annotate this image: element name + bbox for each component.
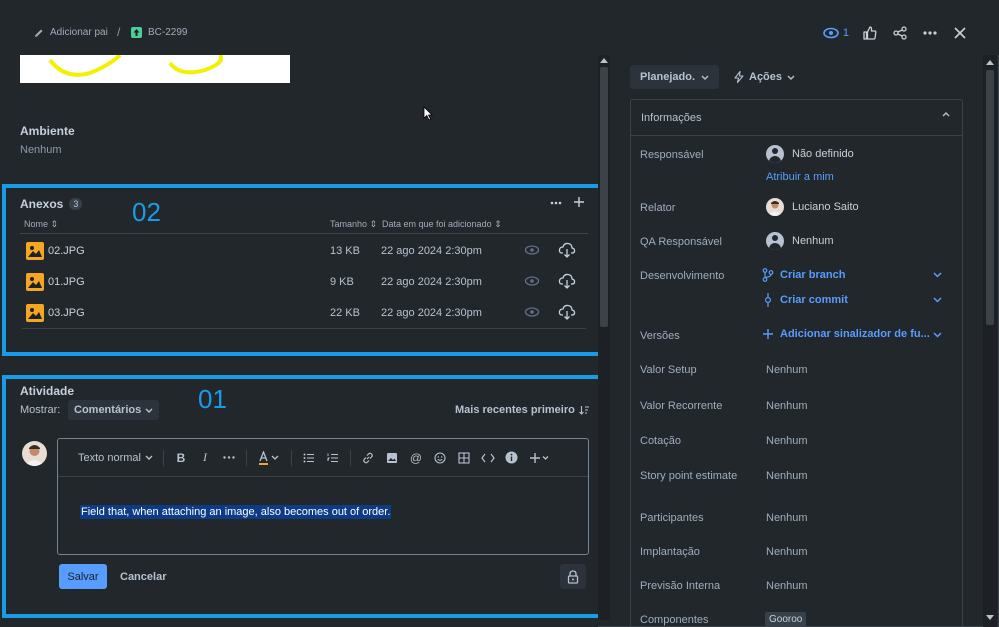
add-feature-flag-link[interactable]: Adicionar sinalizador de fu... bbox=[762, 328, 930, 340]
quote-value[interactable]: Nenhum bbox=[766, 435, 808, 447]
deployment-value[interactable]: Nenhum bbox=[766, 546, 808, 558]
like-button[interactable] bbox=[861, 24, 879, 42]
reporter-value[interactable]: Luciano Saito bbox=[766, 198, 859, 216]
field-label-versions: Versões bbox=[640, 330, 680, 342]
field-label-qa: QA Responsável bbox=[640, 236, 722, 248]
setup-value[interactable]: Nenhum bbox=[766, 364, 808, 376]
scrollbar-thumb[interactable] bbox=[986, 70, 994, 325]
main-scrollbar[interactable] bbox=[598, 55, 610, 620]
reporter-avatar bbox=[766, 198, 784, 216]
create-branch-link[interactable]: Criar branch bbox=[762, 268, 845, 282]
qa-value[interactable]: Nenhum bbox=[766, 232, 834, 250]
field-label-components: Componentes bbox=[640, 614, 709, 626]
pencil-icon bbox=[34, 28, 44, 38]
breadcrumb-separator: / bbox=[117, 25, 121, 39]
watch-button[interactable]: 1 bbox=[823, 27, 849, 39]
story-type-icon bbox=[131, 27, 142, 38]
share-button[interactable] bbox=[891, 24, 909, 42]
more-actions-button[interactable] bbox=[921, 24, 939, 42]
story-points-value[interactable]: Nenhum bbox=[766, 470, 808, 482]
field-label-reporter: Relator bbox=[640, 202, 676, 214]
field-label-participants: Participantes bbox=[640, 512, 704, 524]
environment-value[interactable]: Nenhum bbox=[20, 144, 62, 156]
environment-title: Ambiente bbox=[20, 124, 75, 138]
annotation-number-attachments: 02 bbox=[132, 197, 161, 227]
recurring-value[interactable]: Nenhum bbox=[766, 400, 808, 412]
close-button[interactable] bbox=[951, 24, 969, 42]
branch-icon bbox=[762, 268, 774, 282]
field-label-quote: Cotação bbox=[640, 435, 681, 447]
close-icon bbox=[954, 27, 966, 39]
field-label-deployment: Implantação bbox=[640, 546, 700, 558]
field-label-story-points: Story point estimate bbox=[640, 470, 738, 482]
thumbs-up-icon bbox=[863, 26, 877, 40]
chevron-down-icon[interactable] bbox=[933, 332, 942, 338]
annotation-number-activity: 01 bbox=[198, 384, 227, 414]
sidebar-scrollbar[interactable] bbox=[983, 55, 997, 627]
ellipsis-icon bbox=[923, 31, 937, 35]
field-label-assignee: Responsável bbox=[640, 149, 704, 161]
commit-icon bbox=[762, 293, 774, 307]
chevron-down-icon[interactable] bbox=[933, 297, 942, 303]
annotation-box-activity bbox=[2, 375, 604, 618]
lightning-icon bbox=[734, 71, 744, 83]
annotation-box-attachments bbox=[2, 184, 604, 356]
scroll-down-arrow-icon[interactable] bbox=[986, 615, 994, 620]
internal-forecast-value[interactable]: Nenhum bbox=[766, 580, 808, 592]
details-panel-header[interactable]: Informações bbox=[631, 100, 962, 136]
watchers-count: 1 bbox=[842, 27, 849, 39]
chevron-down-icon bbox=[701, 75, 709, 80]
assignee-value[interactable]: Não definido bbox=[766, 145, 854, 163]
scroll-up-arrow-icon[interactable] bbox=[986, 60, 994, 65]
field-label-recurring: Valor Recorrente bbox=[640, 400, 723, 412]
issue-header: Adicionar pai / BC-2299 1 bbox=[0, 0, 999, 55]
scrollbar-thumb[interactable] bbox=[600, 67, 608, 327]
details-panel-title: Informações bbox=[641, 112, 702, 124]
share-icon bbox=[893, 26, 907, 40]
chevron-up-icon bbox=[942, 112, 950, 117]
create-commit-link[interactable]: Criar commit bbox=[762, 293, 848, 307]
assign-to-me-link[interactable]: Atribuir a mim bbox=[766, 171, 834, 183]
field-label-setup: Valor Setup bbox=[640, 364, 697, 376]
status-dropdown[interactable]: Planejado. bbox=[630, 65, 720, 89]
field-label-internal-forecast: Previsão Interna bbox=[640, 580, 721, 592]
actions-dropdown[interactable]: Ações bbox=[728, 65, 801, 89]
mouse-cursor-icon bbox=[423, 106, 433, 121]
add-parent-link[interactable]: Adicionar pai bbox=[34, 27, 108, 38]
component-tag[interactable]: Gooroo bbox=[765, 612, 807, 627]
chevron-down-icon bbox=[787, 75, 795, 80]
eye-icon bbox=[823, 27, 839, 39]
user-avatar-icon bbox=[766, 232, 784, 250]
image-preview[interactable] bbox=[20, 55, 290, 83]
scroll-up-arrow-icon[interactable] bbox=[600, 58, 608, 63]
header-actions: 1 bbox=[823, 24, 969, 42]
plus-icon bbox=[762, 328, 774, 340]
issue-key-link[interactable]: BC-2299 bbox=[131, 27, 187, 38]
user-avatar-icon bbox=[766, 145, 784, 163]
participants-value[interactable]: Nenhum bbox=[766, 512, 808, 524]
chevron-down-icon[interactable] bbox=[933, 272, 942, 278]
field-label-development: Desenvolvimento bbox=[640, 270, 725, 282]
